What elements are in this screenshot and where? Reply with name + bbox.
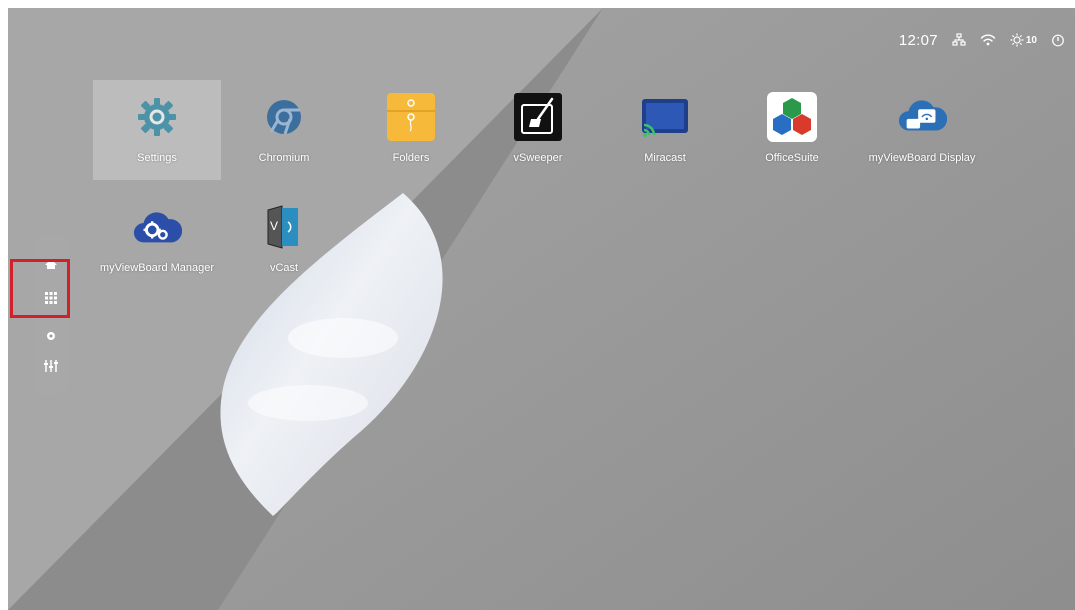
launcher-screen: 12:07 10 Settings Chromium Folders vSwee… — [8, 8, 1075, 610]
app-myviewboard-manager[interactable]: myViewBoard Manager — [93, 190, 221, 290]
annotation-highlight-box — [10, 259, 70, 318]
svg-text:V: V — [270, 219, 278, 233]
power-icon[interactable] — [1051, 33, 1065, 47]
equalizer-button[interactable] — [34, 354, 68, 378]
app-chromium[interactable]: Chromium — [220, 80, 348, 180]
app-myviewboard-display[interactable]: myViewBoard Display — [858, 80, 986, 180]
equalizer-icon — [44, 360, 58, 372]
status-bar: 12:07 10 — [899, 28, 1065, 52]
app-label: Miracast — [644, 152, 686, 164]
app-label: Chromium — [258, 152, 310, 164]
vcast-icon: V — [259, 202, 309, 252]
folder-icon — [386, 92, 436, 142]
app-label: Folders — [392, 152, 430, 164]
app-miracast[interactable]: Miracast — [601, 80, 729, 180]
app-folders[interactable]: Folders — [347, 80, 475, 180]
app-vcast[interactable]: V vCast — [220, 190, 348, 290]
clock: 12:07 — [898, 31, 938, 49]
officesuite-icon — [767, 92, 817, 142]
myviewboard-manager-icon — [132, 202, 182, 252]
settings-button[interactable] — [34, 324, 68, 348]
chromium-icon — [259, 92, 309, 142]
app-label: myViewBoard Manager — [99, 262, 215, 274]
network-icon — [952, 33, 966, 47]
vsweeper-icon — [513, 92, 563, 142]
app-label: myViewBoard Display — [868, 152, 976, 164]
brightness-icon[interactable]: 10 — [1010, 33, 1037, 47]
app-label: vSweeper — [513, 152, 563, 164]
app-officesuite[interactable]: OfficeSuite — [728, 80, 856, 180]
miracast-icon — [640, 92, 690, 142]
brightness-level: 10 — [1025, 34, 1037, 46]
wifi-icon — [980, 33, 996, 47]
gear-icon — [132, 92, 182, 142]
settings-icon — [47, 332, 55, 340]
app-label: Settings — [137, 152, 177, 164]
app-settings[interactable]: Settings — [93, 80, 221, 180]
app-label: vCast — [269, 262, 299, 274]
app-label: OfficeSuite — [765, 152, 819, 164]
app-vsweeper[interactable]: vSweeper — [474, 80, 602, 180]
myviewboard-display-icon — [897, 92, 947, 142]
